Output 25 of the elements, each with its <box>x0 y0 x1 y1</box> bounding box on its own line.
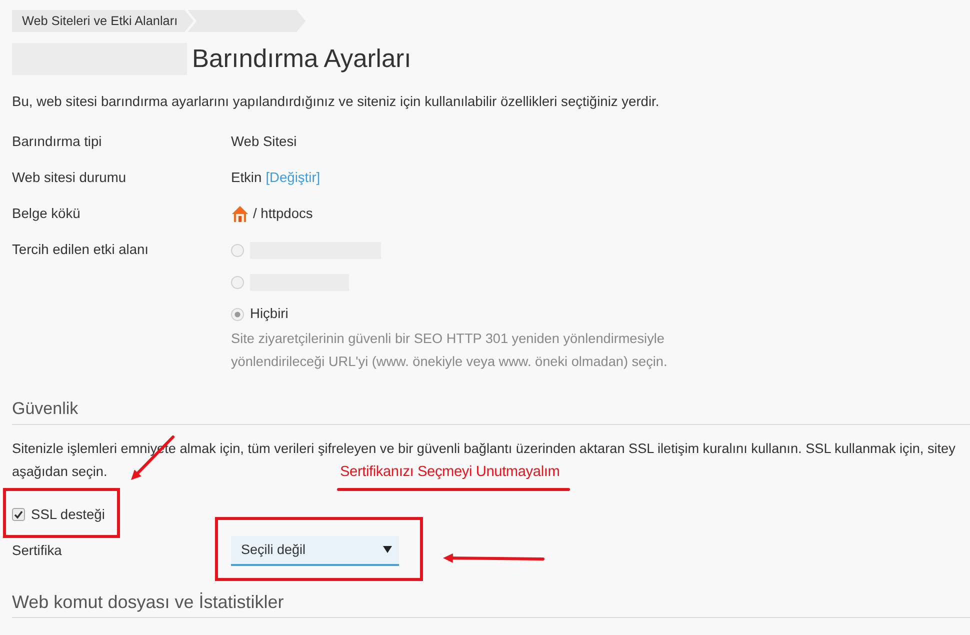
setting-label: Belge kökü <box>12 205 80 223</box>
radio-label: Hiçbiri <box>250 305 288 323</box>
path-value: / httpdocs <box>253 205 313 223</box>
hint-text: Site ziyaretçilerinin güvenli bir SEO HTTP 301 yeniden yönlendirmesiyle yönlendirileceği URL'yi (www. önekiyle veya www. öneki olmadan) seçin. <box>231 330 668 371</box>
checkbox[interactable] <box>12 508 25 520</box>
breadcrumb-link[interactable]: Web Siteleri ve Etki Alanları <box>12 10 194 32</box>
certificate-select[interactable]: Seçili değil <box>231 536 399 566</box>
radio-button[interactable] <box>231 308 244 320</box>
section-heading: Güvenlik <box>12 399 78 418</box>
radio-button[interactable] <box>231 244 244 256</box>
status-value: Etkin <box>231 169 262 187</box>
radio-button[interactable] <box>231 276 244 288</box>
page-title: Barındırma Ayarları <box>192 44 412 74</box>
description-text: Bu, web sitesi barındırma ayarlarını yapılandırdığınız ve siteniz için kullanılabilir özellikleri seçtiğiniz yerdir. <box>12 93 660 111</box>
setting-label: Tercih edilen etki alanı <box>12 241 149 259</box>
setting-label: Barındırma tipi <box>12 133 102 151</box>
section-heading: Web komut dosyası ve İstatistikler <box>12 592 284 612</box>
setting-value: Web Sitesi <box>231 133 297 151</box>
setting-label: Sertifika <box>12 543 62 558</box>
checkbox-label: SSL desteği <box>31 506 105 522</box>
caret-icon <box>383 546 392 553</box>
house-icon <box>231 205 249 223</box>
annotation-note: Sertifikanızı Seçmeyi Unutmayalım <box>340 464 560 480</box>
security-text: aşağıdan seçin. <box>12 463 108 481</box>
setting-label: Web sitesi durumu <box>12 169 126 187</box>
